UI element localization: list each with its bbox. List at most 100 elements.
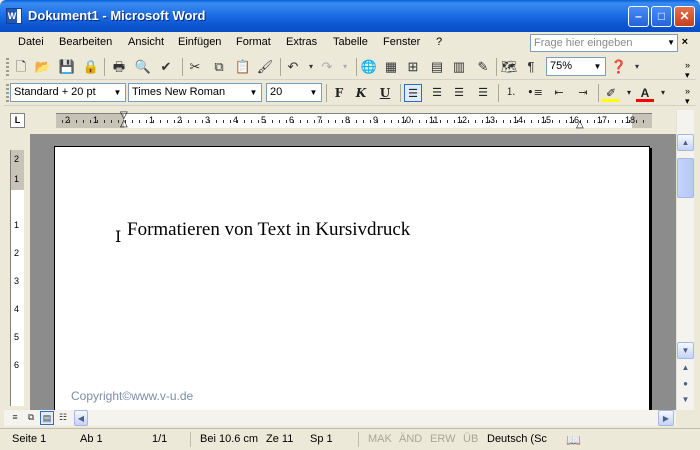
document-close-button[interactable]: × — [682, 36, 688, 48]
drawing-icon[interactable]: ✎ — [474, 58, 492, 76]
insert-table-icon[interactable]: ⊞ — [404, 58, 422, 76]
vertical-ruler[interactable]: 2 1 1 2 3 4 5 6 — [10, 150, 24, 406]
pilcrow-icon[interactable]: ¶ — [522, 58, 540, 76]
minimize-button[interactable]: – — [628, 6, 649, 27]
numbering-icon[interactable]: ⒈ — [502, 84, 520, 102]
scroll-down-icon[interactable]: ▼ — [677, 342, 694, 359]
format-painter-icon[interactable]: 🖌 — [256, 58, 274, 76]
align-right-icon[interactable]: ☰ — [450, 84, 468, 102]
increase-indent-icon[interactable]: ⇥ — [574, 84, 592, 102]
menu-ansicht[interactable]: Ansicht — [128, 36, 164, 48]
status-track-changes[interactable]: ÄND — [399, 433, 422, 445]
toolbar-options-icon[interactable]: » ▾ — [685, 86, 690, 107]
underline-button[interactable]: U — [376, 84, 394, 102]
redo-dropdown-icon[interactable]: ▾ — [336, 58, 354, 76]
ruler-tick — [69, 120, 70, 123]
style-select[interactable]: Standard + 20 pt ▼ — [10, 83, 126, 102]
help-dropdown-icon[interactable]: ▾ — [628, 58, 646, 76]
spelling-icon[interactable]: ✔ — [157, 58, 175, 76]
justify-icon[interactable]: ☰ — [474, 84, 492, 102]
menu-datei[interactable]: Datei — [18, 36, 44, 48]
open-folder-icon[interactable]: 📂 — [34, 58, 52, 76]
bold-button[interactable]: F — [330, 84, 348, 102]
highlight-icon[interactable]: ✐ — [602, 84, 620, 102]
toolbar-grip[interactable] — [6, 58, 9, 76]
scroll-left-icon[interactable]: ◀ — [74, 410, 88, 426]
document-text[interactable]: Formatieren von Text in Kursivdruck — [127, 219, 410, 241]
ruler-area: L 21123456789101112131415161718▽△△ — [4, 110, 676, 132]
font-color-icon[interactable]: A — [636, 84, 654, 102]
bullets-icon[interactable]: •≡ — [526, 84, 544, 102]
menu-fenster[interactable]: Fenster — [383, 36, 420, 48]
chevron-down-icon[interactable]: ▼ — [307, 85, 320, 100]
italic-button[interactable]: K — [352, 84, 370, 102]
cut-icon[interactable]: ✂ — [186, 58, 204, 76]
right-indent-marker-icon[interactable]: △ — [576, 119, 584, 130]
horizontal-ruler[interactable]: 21123456789101112131415161718▽△△ — [56, 111, 652, 130]
ruler-tick — [601, 120, 602, 123]
align-center-icon[interactable]: ☰ — [428, 84, 446, 102]
chevron-down-icon[interactable]: ▼ — [667, 35, 675, 51]
chevron-down-icon[interactable]: ▼ — [247, 85, 260, 100]
scroll-up-icon[interactable]: ▲ — [677, 134, 694, 151]
status-language[interactable]: Deutsch (Sc — [487, 433, 547, 445]
status-extend-selection[interactable]: ERW — [430, 433, 455, 445]
menu-format[interactable]: Format — [236, 36, 271, 48]
ruler-tick — [265, 120, 266, 123]
word-app-icon[interactable]: W — [6, 8, 22, 24]
copy-icon[interactable]: ⧉ — [210, 58, 228, 76]
tab-selector[interactable]: L — [10, 113, 25, 128]
ask-question-input[interactable]: Frage hier eingeben ▼ — [530, 34, 678, 52]
menu-extras[interactable]: Extras — [286, 36, 317, 48]
print-icon[interactable]: 🖶 — [110, 58, 128, 76]
toolbar-options-icon[interactable]: » ▾ — [685, 60, 690, 81]
new-document-icon[interactable]: 🗋 — [12, 58, 30, 76]
maximize-button[interactable]: □ — [651, 6, 672, 27]
vertical-scrollbar[interactable]: ▲ ▼ ▲ ● ▼ — [676, 110, 694, 410]
save-icon[interactable]: 💾 — [58, 58, 76, 76]
status-overtype[interactable]: ÜB — [463, 433, 478, 445]
chevron-down-icon[interactable]: ▼ — [591, 59, 604, 74]
chevron-down-icon[interactable]: ▼ — [111, 85, 124, 100]
menu-help[interactable]: ? — [436, 36, 442, 48]
vertical-scroll-thumb[interactable] — [677, 158, 694, 198]
hyperlink-icon[interactable]: 🌐 — [360, 58, 378, 76]
menu-einfuegen[interactable]: Einfügen — [178, 36, 221, 48]
insert-excel-icon[interactable]: ▤ — [428, 58, 446, 76]
toolbar-separator — [496, 58, 497, 76]
permission-icon[interactable]: 🔒 — [82, 58, 100, 76]
status-macro-recorder[interactable]: MAK — [368, 433, 392, 445]
print-preview-icon[interactable]: 🔍 — [134, 58, 152, 76]
redo-icon[interactable]: ↷ — [318, 58, 336, 76]
document-map-icon[interactable]: 🗺 — [500, 58, 518, 76]
toolbar-grip[interactable] — [6, 84, 9, 102]
indent-marker-icon[interactable]: ▽ △ — [120, 111, 128, 129]
status-separator — [358, 432, 359, 447]
tables-borders-icon[interactable]: ▦ — [382, 58, 400, 76]
web-layout-icon[interactable]: ⧉ — [24, 411, 38, 425]
menu-bearbeiten[interactable]: Bearbeiten — [59, 36, 112, 48]
previous-page-icon[interactable]: ▲ — [677, 360, 694, 377]
font-select[interactable]: Times New Roman ▼ — [128, 83, 262, 102]
normal-view-icon[interactable]: ≡ — [8, 411, 22, 425]
font-size-select[interactable]: 20 ▼ — [266, 83, 322, 102]
columns-icon[interactable]: ▥ — [450, 58, 468, 76]
scroll-right-icon[interactable]: ▶ — [658, 410, 674, 426]
decrease-indent-icon[interactable]: ⇤ — [550, 84, 568, 102]
help-icon[interactable]: ❓ — [610, 58, 628, 76]
horizontal-scrollbar[interactable]: ≡ ⧉ ▤ ☷ ◀ ▶ — [4, 410, 676, 426]
spelling-status-icon[interactable]: 📖 — [566, 433, 581, 447]
font-color-dropdown-icon[interactable]: ▾ — [654, 84, 672, 102]
menu-tabelle[interactable]: Tabelle — [333, 36, 368, 48]
paste-icon[interactable]: 📋 — [234, 58, 252, 76]
align-left-icon[interactable]: ☰ — [404, 84, 422, 102]
browse-object-icon[interactable]: ● — [677, 376, 694, 393]
zoom-select[interactable]: 75% ▼ — [546, 57, 606, 76]
next-page-icon[interactable]: ▼ — [677, 392, 694, 409]
close-button[interactable]: ✕ — [674, 6, 695, 27]
outline-view-icon[interactable]: ☷ — [56, 411, 70, 425]
print-layout-icon[interactable]: ▤ — [40, 411, 54, 425]
document-page[interactable]: I Formatieren von Text in Kursivdruck Co… — [54, 146, 650, 410]
ruler-tick — [622, 120, 623, 123]
undo-icon[interactable]: ↶ — [284, 58, 302, 76]
